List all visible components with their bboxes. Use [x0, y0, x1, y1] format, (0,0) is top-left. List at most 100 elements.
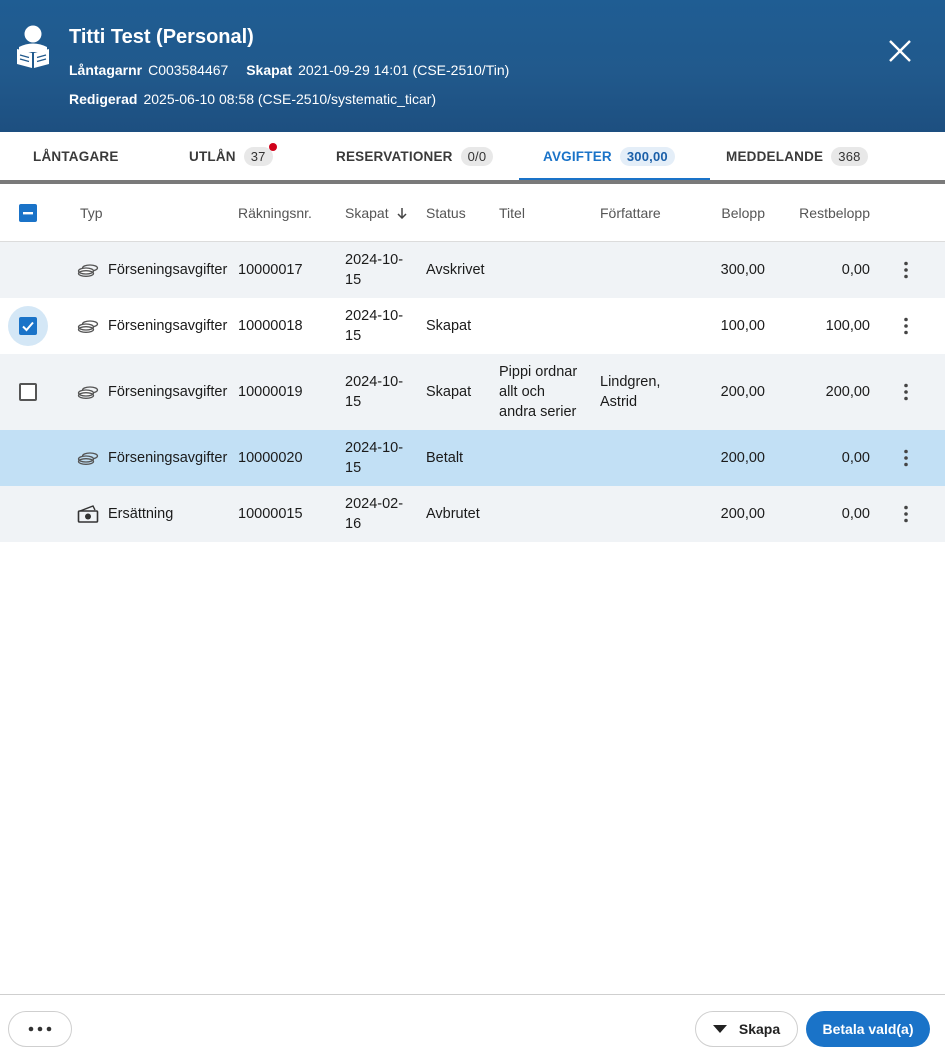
borrower-number-label: Låntagarnr [69, 62, 143, 78]
more-horizontal-icon [28, 1026, 52, 1032]
select-all-checkbox[interactable] [19, 204, 37, 222]
tab-avgifter[interactable]: AVGIFTER 300,00 [519, 132, 710, 180]
tab-badge: 368 [831, 146, 868, 166]
borrower-number: C003584467 [148, 62, 229, 78]
created-date: 2024-02- 16 [345, 496, 404, 532]
tab-label: LÅNTAGARE [33, 148, 119, 164]
caret-down-icon [712, 1025, 727, 1033]
table-row[interactable]: Förseningsavgifter 10000017 2024-10- 15 A… [0, 242, 945, 298]
table-row[interactable]: Förseningsavgifter 10000018 2024-10- 15 S… [0, 298, 945, 354]
tab-label: RESERVATIONER [336, 148, 453, 164]
remaining-amount: 0,00 [841, 262, 870, 278]
table-header: Typ Räkningsnr. Skapat Status Titel Förf… [0, 184, 945, 242]
fee-type-label: Ersättning [108, 506, 174, 522]
tab-badge: 300,00 [619, 146, 675, 166]
column-header-status[interactable]: Status [426, 205, 466, 221]
amount: 200,00 [720, 506, 765, 522]
more-vertical-icon[interactable] [896, 260, 916, 280]
column-header-typ[interactable]: Typ [80, 205, 103, 221]
remaining-amount: 200,00 [825, 384, 870, 400]
fee-type-label: Förseningsavgifter [108, 384, 228, 400]
column-header-skapat[interactable]: Skapat [345, 205, 408, 221]
patron-edited-row: Redigerad 2025-06-10 08:58 (CSE-2510/syst… [69, 91, 450, 107]
column-header-belopp[interactable]: Belopp [700, 205, 765, 221]
table-row[interactable]: Förseningsavgifter 10000019 2024-10- 15 S… [0, 354, 945, 430]
tab-lantagare[interactable]: LÅNTAGARE [33, 132, 119, 180]
coins-icon [77, 386, 99, 399]
remaining-amount: 0,00 [841, 450, 870, 466]
fee-type: Förseningsavgifter [77, 382, 227, 402]
remaining-amount: 100,00 [825, 318, 870, 334]
invoice-number: 10000015 [238, 506, 303, 522]
column-header-label: Skapat [345, 205, 389, 221]
reader-icon [17, 25, 49, 68]
created-value: 2021-09-29 14:01 (CSE-2510/Tin) [298, 62, 510, 78]
created-label: Skapat [246, 62, 293, 78]
patron-meta-row: Låntagarnr C003584467 Skapat 2021-09-29 14… [69, 62, 523, 78]
coins-icon [77, 264, 99, 277]
remaining-amount: 0,00 [841, 506, 870, 522]
tab-label: UTLÅN [189, 148, 236, 164]
close-icon[interactable] [885, 36, 915, 66]
create-button-label: Skapa [738, 1021, 781, 1037]
tab-badge: 37 [243, 142, 277, 166]
column-header-titel[interactable]: Titel [499, 205, 525, 221]
tab-reservationer[interactable]: RESERVATIONER 0/0 [336, 132, 494, 180]
create-button[interactable]: Skapa [695, 1011, 798, 1047]
created-date: 2024-10- 15 [345, 252, 404, 288]
created-date: 2024-10- 15 [345, 308, 404, 344]
amount: 200,00 [720, 450, 765, 466]
row-checkbox-checked[interactable] [19, 317, 37, 335]
invoice-number: 10000019 [238, 384, 303, 400]
column-header-restbelopp[interactable]: Restbelopp [790, 205, 870, 221]
sort-descending-icon [397, 208, 408, 220]
created-date: 2024-10- 15 [345, 440, 404, 476]
table-row[interactable]: Ersättning 10000015 2024-02- 16 Avbrutet … [0, 486, 945, 542]
invoice-number: 10000020 [238, 450, 303, 466]
amount: 200,00 [720, 384, 765, 400]
notification-dot [268, 142, 277, 151]
status: Skapat [426, 318, 472, 334]
edited-value: 2025-06-10 08:58 (CSE-2510/systematic_ti… [143, 91, 437, 107]
row-checkbox[interactable] [19, 383, 37, 401]
status: Betalt [426, 450, 464, 466]
amount: 100,00 [720, 318, 765, 334]
fee-type: Förseningsavgifter [77, 448, 227, 468]
coins-icon [77, 320, 99, 333]
fee-type: Förseningsavgifter [77, 260, 227, 280]
column-header-forfattare[interactable]: Författare [600, 205, 661, 221]
more-vertical-icon[interactable] [896, 316, 916, 336]
more-vertical-icon[interactable] [896, 382, 916, 402]
patron-name: Titti Test (Personal) [69, 26, 254, 48]
tab-meddelande[interactable]: MEDDELANDE 368 [726, 132, 868, 180]
amount: 300,00 [720, 262, 765, 278]
more-vertical-icon[interactable] [896, 504, 916, 524]
fee-type-label: Förseningsavgifter [108, 262, 228, 278]
title: Pippi ordnar allt och andra serier [499, 364, 578, 420]
tab-label: MEDDELANDE [726, 148, 824, 164]
table-row[interactable]: Förseningsavgifter 10000020 2024-10- 15 B… [0, 430, 945, 486]
more-actions-button[interactable] [8, 1011, 72, 1047]
banknote-icon [77, 505, 99, 523]
tab-bar: LÅNTAGARE UTLÅN 37 RESERVATIONER 0/0 AVG… [0, 132, 945, 184]
column-header-rakningsnr[interactable]: Räkningsnr. [238, 205, 312, 221]
patron-header: Titti Test (Personal) Låntagarnr C0035844… [0, 0, 945, 132]
fee-type-label: Förseningsavgifter [108, 450, 228, 466]
status: Avbrutet [426, 506, 480, 522]
tab-label: AVGIFTER [543, 148, 612, 164]
more-vertical-icon[interactable] [896, 448, 916, 468]
fee-type: Förseningsavgifter [77, 316, 227, 336]
author: Lindgren, Astrid [600, 374, 661, 410]
pay-selected-button[interactable]: Betala vald(a) [806, 1011, 930, 1047]
coins-icon [77, 452, 99, 465]
invoice-number: 10000017 [238, 262, 303, 278]
action-footer: Skapa Betala vald(a) [0, 994, 945, 1052]
status: Avskrivet [426, 262, 485, 278]
invoice-number: 10000018 [238, 318, 303, 334]
tab-utlan[interactable]: UTLÅN 37 [189, 132, 277, 180]
fee-type: Ersättning [77, 504, 173, 524]
tab-badge: 0/0 [460, 146, 494, 166]
created-date: 2024-10- 15 [345, 374, 404, 410]
fee-type-label: Förseningsavgifter [108, 318, 228, 334]
status: Skapat [426, 384, 472, 400]
